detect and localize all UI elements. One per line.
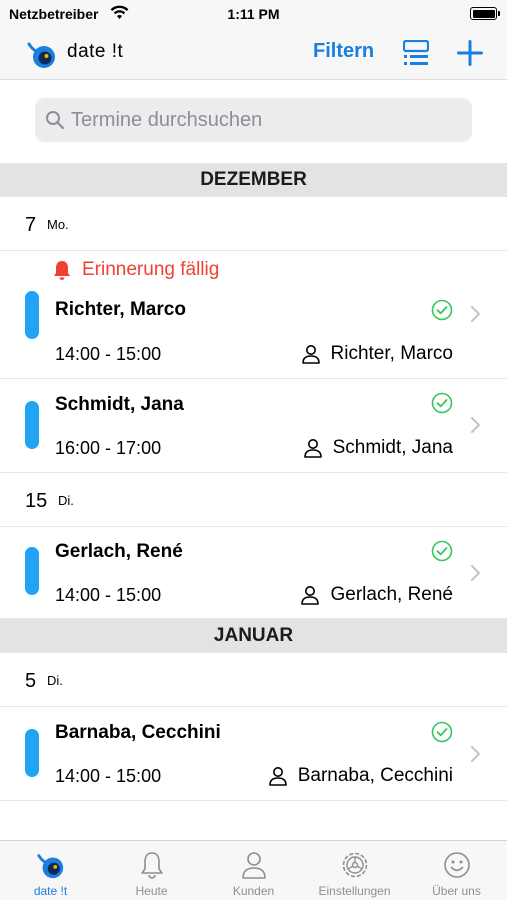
search-bar[interactable]	[35, 98, 472, 142]
tab-bar: date !t Heute Kunden Einstellungen Über …	[0, 840, 507, 900]
person-icon	[301, 345, 320, 364]
chevron-right-icon[interactable]	[470, 745, 482, 763]
search-icon	[46, 111, 65, 130]
day-number: 15	[25, 490, 48, 512]
day-number: 7	[25, 214, 37, 236]
bell-icon	[54, 261, 70, 280]
appointment-customer: Schmidt, Jana	[303, 437, 453, 459]
add-appointment-button[interactable]	[456, 38, 484, 68]
customer-name: Gerlach, René	[330, 584, 453, 605]
day-header: 15 Di.	[0, 473, 507, 527]
day-name: Mo.	[47, 217, 69, 232]
appointment-time: 14:00 - 15:00	[55, 766, 162, 786]
appointment-title: Schmidt, Jana	[55, 394, 184, 415]
appointment-row[interactable]: Barnaba, Cecchini 14:00 - 15:00 Barnaba,…	[0, 707, 507, 801]
appointment-customer: Richter, Marco	[301, 343, 453, 365]
bell-icon	[141, 852, 163, 879]
day-number: 5	[25, 670, 37, 692]
tab-label: Einstellungen	[318, 884, 391, 898]
day-name: Di.	[58, 493, 74, 508]
tab-einstellungen[interactable]: Einstellungen	[304, 841, 405, 900]
app-logo-icon	[27, 42, 55, 68]
check-circle-icon	[431, 540, 453, 562]
appointment-color-bar	[25, 729, 39, 777]
day-header: 5 Di.	[0, 653, 507, 707]
status-bar: Netzbetreiber 1:11 PM	[0, 0, 507, 28]
chevron-right-icon[interactable]	[470, 564, 482, 582]
person-icon	[303, 439, 322, 458]
tab-ueber-uns[interactable]: Über uns	[406, 841, 507, 900]
day-name: Di.	[47, 673, 63, 688]
appointment-customer: Barnaba, Cecchini	[268, 765, 453, 787]
month-header-january: JANUAR	[0, 619, 507, 653]
appointment-color-bar	[25, 401, 39, 449]
person-icon	[301, 586, 320, 605]
check-circle-icon	[431, 299, 453, 321]
month-header-december: DEZEMBER	[0, 163, 507, 197]
filter-button[interactable]: Filtern	[313, 40, 374, 63]
smiley-icon	[444, 852, 470, 878]
appointment-color-bar	[25, 291, 39, 339]
appointment-row[interactable]: Erinnerung fällig Richter, Marco 14:00 -…	[0, 251, 507, 379]
customer-name: Barnaba, Cecchini	[297, 765, 453, 786]
person-icon	[242, 852, 266, 879]
appointment-time: 16:00 - 17:00	[55, 438, 162, 458]
tab-heute[interactable]: Heute	[101, 841, 202, 900]
appointment-row[interactable]: Gerlach, René 14:00 - 15:00 Gerlach, Ren…	[0, 527, 507, 619]
tab-label: Heute	[135, 884, 168, 898]
app-logo-icon	[37, 854, 64, 879]
chevron-right-icon[interactable]	[470, 416, 482, 434]
reminder-text: Erinnerung fällig	[82, 259, 220, 280]
search-input[interactable]	[71, 98, 461, 142]
battery-icon	[470, 7, 500, 20]
tab-label: Kunden	[232, 884, 275, 898]
appointment-time: 14:00 - 15:00	[55, 585, 162, 605]
customer-name: Richter, Marco	[330, 343, 453, 364]
clock-label: 1:11 PM	[227, 6, 280, 22]
tab-label: Über uns	[432, 884, 481, 898]
customer-name: Schmidt, Jana	[332, 437, 453, 458]
appointment-time: 14:00 - 15:00	[55, 344, 162, 364]
gear-icon	[342, 852, 368, 878]
appointment-color-bar	[25, 547, 39, 595]
check-circle-icon	[431, 392, 453, 414]
appointment-row[interactable]: Schmidt, Jana 16:00 - 17:00 Schmidt, Jan…	[0, 379, 507, 473]
reminder-due: Erinnerung fällig	[52, 259, 219, 281]
tab-kunden[interactable]: Kunden	[203, 841, 304, 900]
chevron-right-icon[interactable]	[470, 305, 482, 323]
day-header: 7 Mo.	[0, 197, 507, 251]
app-title: date !t	[67, 41, 124, 62]
check-circle-icon	[431, 721, 453, 743]
list-view-icon[interactable]	[403, 40, 429, 68]
search-area	[0, 80, 507, 163]
tab-date-it[interactable]: date !t	[0, 841, 101, 900]
appointment-title: Barnaba, Cecchini	[55, 722, 221, 743]
navigation-bar: date !t Filtern	[0, 28, 507, 80]
appointment-title: Richter, Marco	[55, 299, 186, 320]
person-icon	[268, 767, 287, 786]
appointment-title: Gerlach, René	[55, 541, 183, 562]
tab-label: date !t	[33, 884, 68, 898]
appointment-customer: Gerlach, René	[300, 584, 453, 606]
